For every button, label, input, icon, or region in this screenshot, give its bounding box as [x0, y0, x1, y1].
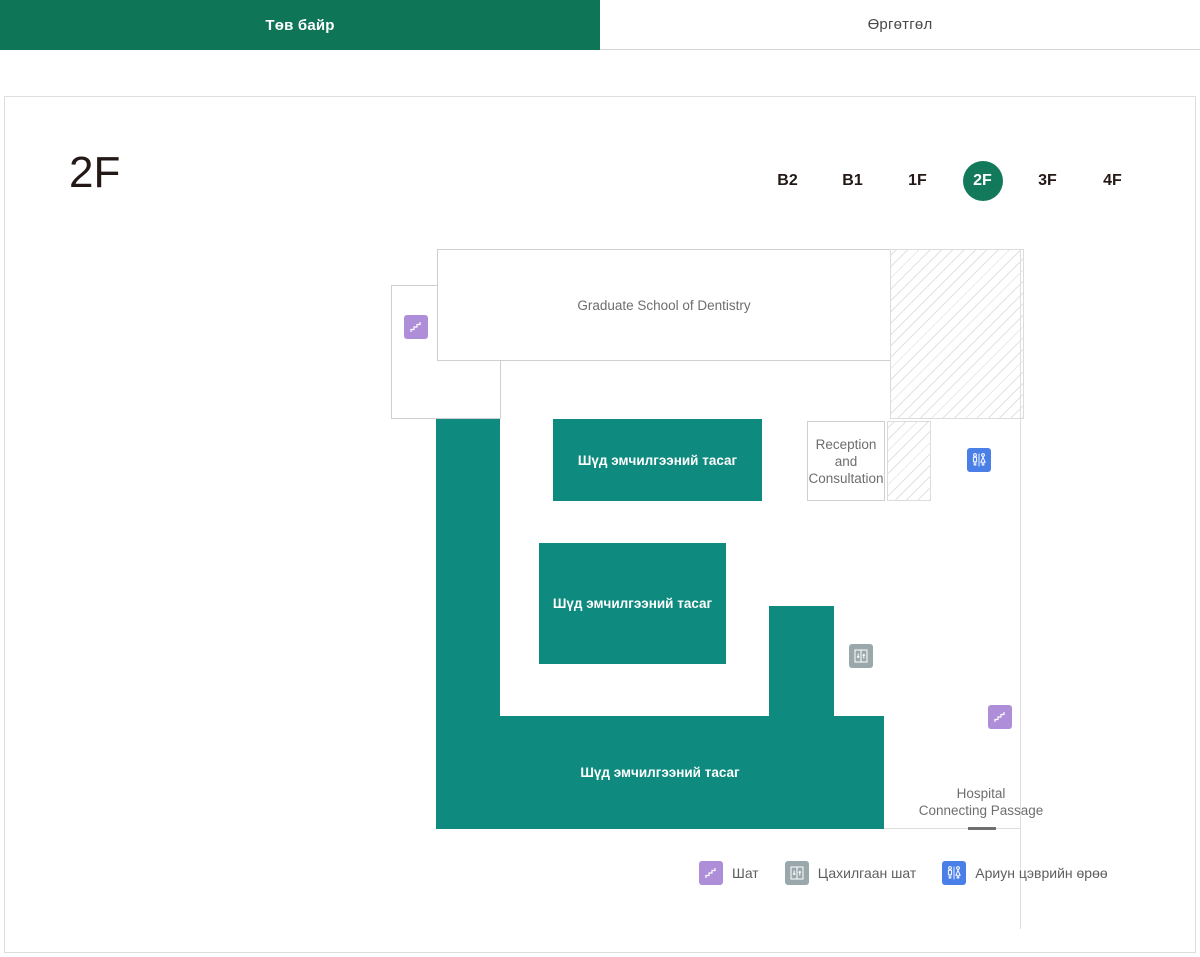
- legend-label-restroom: Ариун цэврийн өрөө: [975, 865, 1108, 881]
- dental-treatment-ward-lower-label: Шүд эмчилгээний тасаг: [580, 765, 740, 780]
- map-outer-bottom-edge: [884, 828, 1021, 829]
- graduate-school-of-dentistry-label: Graduate School of Dentistry: [577, 297, 751, 313]
- stairs-icon: [699, 861, 723, 885]
- floor-map-panel: 2F B2 B1 1F 2F 3F 4F Graduate School of …: [4, 96, 1196, 953]
- legend-item-elevator: Цахилгаан шат: [784, 861, 917, 885]
- entrance-door-mark: [968, 827, 996, 830]
- elevator-icon: [784, 861, 809, 885]
- tab-annex-building[interactable]: Өргөтгөл: [600, 0, 1200, 50]
- elevator-icon-map[interactable]: [849, 644, 873, 668]
- map-outer-right-edge: [1020, 249, 1021, 929]
- legend-label-elevator: Цахилгаан шат: [817, 865, 917, 881]
- legend-item-restroom: Ариун цэврийн өрөө: [942, 861, 1108, 885]
- hospital-connecting-passage-label: Hospital Connecting Passage: [918, 786, 1044, 818]
- hatched-area-northeast: [890, 249, 1024, 419]
- map-legend: Шат Цахилгаан шат Ариун цэврийн өрөө: [699, 859, 1134, 887]
- legend-item-stairs: Шат: [699, 861, 759, 885]
- dental-treatment-ward-middle[interactable]: Шүд эмчилгээний тасаг: [539, 543, 726, 664]
- dental-treatment-ward-middle-label: Шүд эмчилгээний тасаг: [552, 596, 713, 611]
- legend-label-stairs: Шат: [732, 865, 759, 881]
- graduate-school-of-dentistry[interactable]: Graduate School of Dentistry: [437, 249, 891, 361]
- stairs-icon-northwest[interactable]: [404, 315, 428, 339]
- stairs-icon-southeast[interactable]: [988, 705, 1012, 729]
- floorplan-map: Graduate School of Dentistry Шүд эмчилгэ…: [5, 97, 1197, 954]
- dental-treatment-ward-upper[interactable]: Шүд эмчилгээний тасаг: [553, 419, 762, 501]
- dental-treatment-ward-lower[interactable]: Шүд эмчилгээний тасаг: [436, 716, 884, 829]
- reception-and-consultation[interactable]: Reception and Consultation: [807, 421, 885, 501]
- building-tabbar: Төв байр Өргөтгөл: [0, 0, 1200, 50]
- restroom-icon: [942, 861, 967, 885]
- dental-treatment-ward-upper-label: Шүд эмчилгээний тасаг: [577, 452, 738, 468]
- tab-main-building[interactable]: Төв байр: [0, 0, 600, 50]
- hatched-area-reception-side: [887, 421, 931, 501]
- reception-and-consultation-label: Reception and Consultation: [808, 436, 884, 486]
- restroom-icon-map[interactable]: [967, 448, 991, 472]
